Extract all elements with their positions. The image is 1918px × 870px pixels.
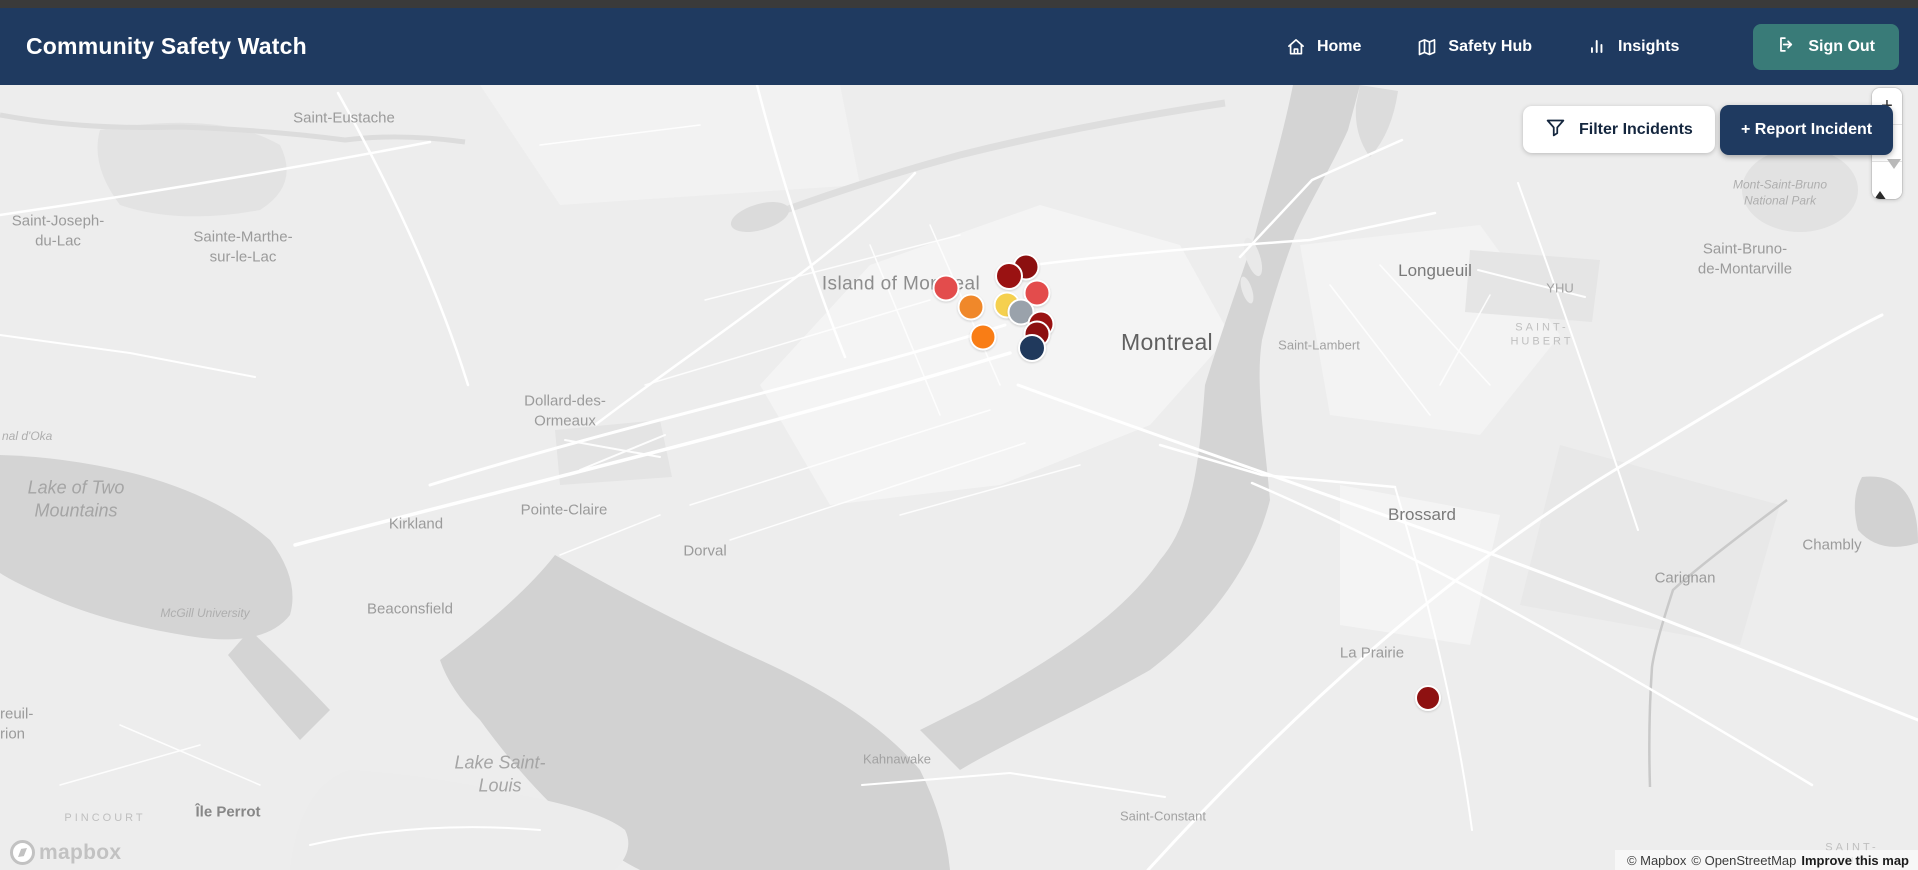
nav-item-label: Home (1316, 37, 1362, 55)
page-title: Community Safety Watch (26, 33, 307, 59)
compass-button[interactable] (1872, 159, 1902, 199)
incident-marker[interactable] (957, 293, 985, 321)
chart-icon (1588, 37, 1607, 56)
filter-incidents-button[interactable]: Filter Incidents (1523, 106, 1715, 153)
mapbox-logo-word: mapbox (39, 840, 122, 864)
attribution-improve-link[interactable]: Improve this map (1801, 853, 1909, 868)
incident-marker[interactable] (969, 323, 997, 351)
main-nav: Home Safety Hub Insights Sign Out (1286, 23, 1899, 70)
map-attribution: © Mapbox © OpenStreetMap Improve this ma… (1614, 850, 1918, 870)
nav-item-label: Insights (1618, 37, 1680, 55)
app-header: Community Safety Watch Home Safety Hub Ins… (0, 8, 1918, 85)
mapbox-logo-icon (10, 840, 35, 865)
sign-out-icon (1777, 35, 1796, 59)
basemap (0, 85, 1918, 870)
nav-item-label: Safety Hub (1448, 37, 1532, 55)
attribution-osm-link[interactable]: © OpenStreetMap (1691, 853, 1796, 868)
sign-out-label: Sign Out (1808, 37, 1875, 55)
attribution-mapbox-link[interactable]: © Mapbox (1627, 853, 1686, 868)
compass-icon (1873, 159, 1901, 199)
report-incident-button[interactable]: + Report Incident (1720, 105, 1894, 155)
incident-marker[interactable] (1018, 334, 1046, 362)
filter-incidents-label: Filter Incidents (1579, 120, 1693, 138)
nav-item-safety-hub[interactable]: Safety Hub (1417, 37, 1532, 57)
nav-item-insights[interactable]: Insights (1588, 37, 1679, 56)
filter-funnel-icon (1545, 117, 1566, 143)
sign-out-button[interactable]: Sign Out (1753, 23, 1899, 70)
nav-item-home[interactable]: Home (1286, 37, 1361, 57)
map[interactable]: Filter Incidents + Report Incident + − m… (0, 85, 1918, 870)
incident-marker[interactable] (932, 274, 960, 302)
mapbox-logo[interactable]: mapbox (10, 840, 121, 865)
report-incident-label: + Report Incident (1741, 121, 1873, 138)
home-icon (1286, 37, 1306, 57)
incident-marker[interactable] (995, 262, 1023, 290)
window-chrome-strip (0, 0, 1918, 8)
map-icon (1417, 37, 1437, 57)
incident-marker[interactable] (1415, 685, 1441, 711)
